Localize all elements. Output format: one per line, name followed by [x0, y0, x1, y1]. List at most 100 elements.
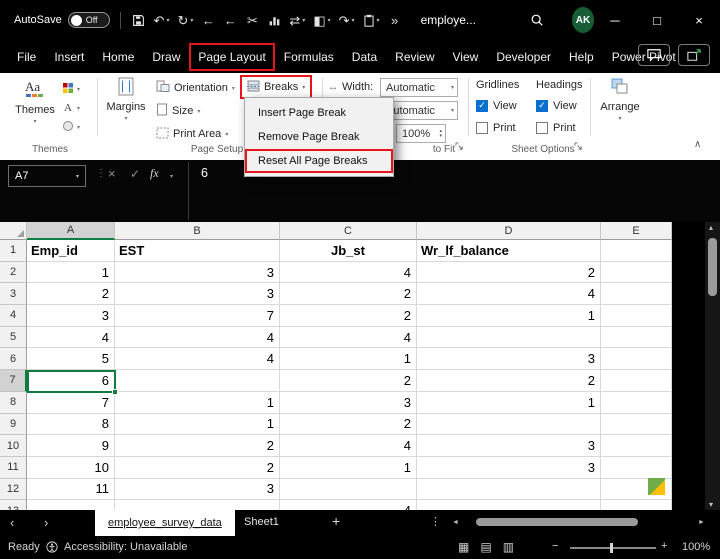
- save-icon[interactable]: [129, 12, 149, 29]
- tab-review[interactable]: Review: [386, 43, 443, 71]
- cell-e8[interactable]: [601, 392, 672, 414]
- arrange-button[interactable]: Arrange ▾: [594, 77, 646, 122]
- cell-d2[interactable]: 2: [417, 262, 601, 284]
- cell-d7[interactable]: 2: [417, 370, 601, 392]
- autosave-toggle[interactable]: Off: [68, 12, 110, 28]
- cell-a11[interactable]: 10: [27, 457, 115, 479]
- cell-b9[interactable]: 1: [115, 414, 280, 436]
- cut-icon[interactable]: ✂: [242, 12, 262, 29]
- horizontal-scrollbar-thumb[interactable]: [476, 518, 638, 526]
- scale-to-fit-dialog-launcher-icon[interactable]: [455, 142, 464, 154]
- menu-item-reset-all-page-breaks[interactable]: Reset All Page Breaks: [245, 149, 393, 173]
- tab-developer[interactable]: Developer: [487, 43, 560, 71]
- headings-print-option[interactable]: Print: [536, 120, 582, 135]
- menu-item-remove-page-break[interactable]: Remove Page Break: [245, 125, 393, 149]
- row-header-8[interactable]: 8: [0, 392, 27, 414]
- tab-view[interactable]: View: [444, 43, 488, 71]
- cell-b6[interactable]: 4: [115, 348, 280, 370]
- cell-d5[interactable]: [417, 327, 601, 349]
- sheet-tab-sheet1[interactable]: Sheet1: [244, 516, 279, 528]
- cell-d11[interactable]: 3: [417, 457, 601, 479]
- cell-e2[interactable]: [601, 262, 672, 284]
- vertical-scrollbar[interactable]: ▴ ▾: [705, 222, 720, 510]
- more-commands-icon[interactable]: »: [385, 12, 405, 29]
- column-header-d[interactable]: D: [417, 222, 601, 240]
- cell-d4[interactable]: 1: [417, 305, 601, 327]
- spin-down-icon[interactable]: ▾: [439, 134, 442, 139]
- column-header-e[interactable]: E: [601, 222, 672, 240]
- sheet-options-dialog-launcher-icon[interactable]: [574, 142, 583, 154]
- cell-b1[interactable]: EST: [115, 240, 280, 262]
- tab-home[interactable]: Home: [93, 43, 143, 71]
- previous-sheet-icon[interactable]: ‹: [10, 515, 14, 530]
- cell-a9[interactable]: 8: [27, 414, 115, 436]
- navigate-back-2-icon[interactable]: ←: [220, 12, 240, 29]
- row-header-9[interactable]: 9: [0, 414, 27, 436]
- cell-b2[interactable]: 3: [115, 262, 280, 284]
- orientation-button[interactable]: Orientation ▾: [156, 78, 235, 98]
- comments-icon[interactable]: [638, 44, 670, 66]
- fill-color-icon[interactable]: ◧▾: [310, 12, 333, 29]
- spinner-icons[interactable]: ▴▾: [439, 129, 442, 139]
- cell-e10[interactable]: [601, 435, 672, 457]
- repeat-icon[interactable]: ↷▾: [336, 12, 358, 29]
- zoom-level[interactable]: 100%: [682, 541, 710, 553]
- column-header-b[interactable]: B: [115, 222, 280, 240]
- scale-spinner[interactable]: 100% ▴▾: [396, 124, 446, 143]
- normal-view-icon[interactable]: ▦: [458, 540, 469, 554]
- page-layout-view-icon[interactable]: ▤: [480, 540, 491, 554]
- undo-icon[interactable]: ↶▾: [151, 12, 173, 29]
- headings-view-option[interactable]: ✓ View: [536, 98, 582, 113]
- cell-a4[interactable]: 3: [27, 305, 115, 327]
- formula-bar-value[interactable]: 6: [201, 166, 208, 180]
- cell-c12[interactable]: [280, 479, 417, 501]
- width-dropdown[interactable]: Automatic ▾: [380, 78, 458, 97]
- row-header-7[interactable]: 7: [0, 370, 27, 392]
- zoom-slider-thumb[interactable]: [610, 543, 613, 553]
- row-header-10[interactable]: 10: [0, 435, 27, 457]
- horizontal-scrollbar[interactable]: [466, 518, 694, 527]
- chevron-down-icon[interactable]: ▾: [170, 173, 173, 180]
- tab-draw[interactable]: Draw: [143, 43, 189, 71]
- gridlines-view-option[interactable]: ✓ View: [476, 98, 519, 113]
- cell-d12[interactable]: [417, 479, 601, 501]
- cell-c10[interactable]: 4: [280, 435, 417, 457]
- cell-b10[interactable]: 2: [115, 435, 280, 457]
- paste-icon[interactable]: ▾: [360, 12, 383, 29]
- cell-e1[interactable]: [601, 240, 672, 262]
- cell-c7[interactable]: 2: [280, 370, 417, 392]
- name-box[interactable]: A7 ▾: [8, 165, 86, 187]
- scroll-down-icon[interactable]: ▾: [709, 500, 713, 509]
- cell-a8[interactable]: 7: [27, 392, 115, 414]
- redo-icon[interactable]: ↻▾: [174, 12, 196, 29]
- account-avatar[interactable]: AK: [572, 7, 594, 33]
- name-box-dropdown-icon[interactable]: ▾: [76, 173, 79, 180]
- menu-item-insert-page-break[interactable]: Insert Page Break: [245, 101, 393, 125]
- cell-e4[interactable]: [601, 305, 672, 327]
- row-header-5[interactable]: 5: [0, 327, 27, 349]
- breaks-button[interactable]: Breaks ▾: [240, 75, 312, 99]
- maximize-icon[interactable]: □: [636, 0, 678, 40]
- row-header-1[interactable]: 1: [0, 240, 27, 262]
- tab-file[interactable]: File: [8, 43, 45, 71]
- vertical-scrollbar-thumb[interactable]: [708, 238, 717, 296]
- row-header-3[interactable]: 3: [0, 283, 27, 305]
- search-icon[interactable]: [530, 13, 544, 27]
- margins-button[interactable]: Margins ▾: [102, 77, 150, 122]
- row-header-4[interactable]: 4: [0, 305, 27, 327]
- print-area-button[interactable]: Print Area ▾: [156, 124, 228, 144]
- cell-c11[interactable]: 1: [280, 457, 417, 479]
- tab-formulas[interactable]: Formulas: [275, 43, 343, 71]
- cancel-icon[interactable]: ×: [108, 166, 116, 181]
- tab-page-layout[interactable]: Page Layout: [189, 43, 274, 71]
- cell-e5[interactable]: [601, 327, 672, 349]
- cell-a3[interactable]: 2: [27, 283, 115, 305]
- column-header-c[interactable]: C: [280, 222, 417, 240]
- cell-c3[interactable]: 2: [280, 283, 417, 305]
- cell-b8[interactable]: 1: [115, 392, 280, 414]
- scroll-left-icon[interactable]: ◄: [452, 519, 459, 526]
- row-header-2[interactable]: 2: [0, 262, 27, 284]
- cell-b12[interactable]: 3: [115, 479, 280, 501]
- cell-c1[interactable]: Jb_st: [280, 240, 417, 262]
- page-break-preview-icon[interactable]: ▥: [503, 540, 514, 554]
